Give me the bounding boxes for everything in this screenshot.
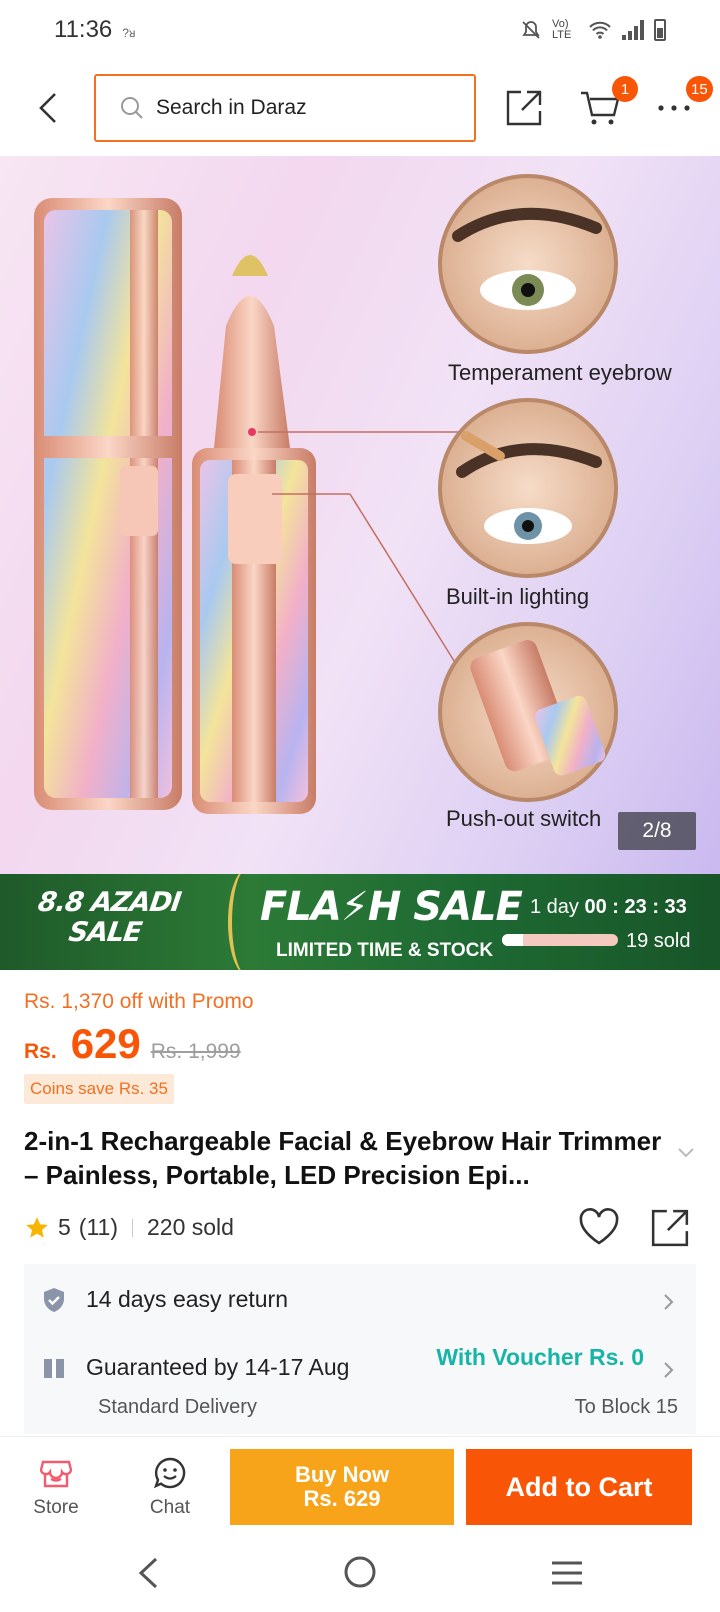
chat-button[interactable]: Chat bbox=[130, 1455, 210, 1519]
chevron-down-icon[interactable] bbox=[678, 1148, 694, 1158]
delivery-type: Standard Delivery bbox=[98, 1396, 257, 1418]
buy-now-label: Buy Now bbox=[294, 1462, 390, 1487]
rating-row[interactable]: 5 (11) 220 sold bbox=[24, 1214, 234, 1241]
voucher-link[interactable]: With Voucher Rs. 0 bbox=[436, 1344, 644, 1371]
flash-sale-banner[interactable]: 8.8 AZADI SALE FLA⚡H SALE LIMITED TIME &… bbox=[0, 874, 720, 970]
battery-icon bbox=[654, 19, 666, 41]
top-header: Search in Daraz 1 15 bbox=[0, 60, 720, 156]
sold-progress-bar bbox=[502, 934, 618, 946]
status-bar: 11:36 ?ᴚ Vo) LTE bbox=[0, 0, 720, 60]
flash-sale-subtitle: LIMITED TIME & STOCK bbox=[276, 940, 494, 961]
cart-button[interactable]: 1 bbox=[572, 76, 638, 136]
sold-progress-fill bbox=[502, 934, 523, 946]
campaign-line-1: 8.8 AZADI bbox=[36, 887, 183, 918]
nav-menu-icon bbox=[552, 1561, 582, 1585]
delivery-row[interactable]: Guaranteed by 14-17 Aug bbox=[42, 1354, 349, 1381]
status-time: 11:36 bbox=[54, 16, 113, 43]
review-count: (11) bbox=[78, 1214, 118, 1240]
campaign-label: 8.8 AZADI SALE bbox=[32, 887, 183, 948]
share-button[interactable] bbox=[496, 80, 552, 136]
service-panel: 14 days easy return Guaranteed by 14-17 … bbox=[24, 1264, 696, 1434]
coins-badge: Coins save Rs. 35 bbox=[24, 1074, 174, 1104]
more-button[interactable]: 15 bbox=[646, 76, 713, 136]
countdown-timer: 00 : 23 : 33 bbox=[584, 896, 687, 918]
buy-now-button[interactable]: Buy Now Rs. 629 bbox=[230, 1449, 454, 1525]
chevron-left-icon bbox=[39, 93, 56, 123]
cart-badge: 1 bbox=[612, 76, 638, 102]
price-row: Rs. 629 Rs. 1,999 bbox=[24, 1020, 241, 1068]
nav-home-icon bbox=[344, 1556, 376, 1588]
search-input[interactable]: Search in Daraz bbox=[94, 74, 476, 142]
search-icon bbox=[121, 97, 143, 119]
nav-back-icon bbox=[138, 1557, 158, 1589]
delivery-guarantee: Guaranteed by 14-17 Aug bbox=[86, 1354, 350, 1380]
nav-recents-button[interactable] bbox=[550, 1560, 584, 1591]
promo-text[interactable]: Rs. 1,370 off with Promo bbox=[24, 990, 254, 1014]
product-image-gallery[interactable]: Temperament eyebrow Built-in lighting Pu… bbox=[0, 156, 720, 874]
return-policy-text: 14 days easy return bbox=[86, 1286, 289, 1312]
countdown-days: 1 day bbox=[530, 896, 579, 918]
flash-sold-count: 19 sold bbox=[626, 930, 691, 952]
nav-back-button[interactable] bbox=[136, 1556, 160, 1595]
search-placeholder: Search in Daraz bbox=[156, 96, 307, 119]
add-to-cart-button[interactable]: Add to Cart bbox=[466, 1449, 692, 1525]
product-share-button[interactable] bbox=[650, 1208, 690, 1253]
share-icon bbox=[651, 1209, 689, 1247]
more-badge: 15 bbox=[686, 76, 713, 102]
divider bbox=[132, 1218, 133, 1237]
flash-sale-title: FLA⚡H SALE bbox=[260, 884, 523, 930]
bottom-action-bar: Store Chat Buy Now Rs. 629 Add to Cart bbox=[0, 1436, 720, 1536]
chat-icon bbox=[153, 1457, 186, 1489]
countdown: 1 day 00 : 23 : 33 bbox=[530, 896, 687, 919]
wishlist-button[interactable] bbox=[578, 1208, 620, 1251]
campaign-line-2: SALE bbox=[66, 917, 144, 948]
chevron-right-icon[interactable] bbox=[664, 1294, 674, 1310]
heart-icon bbox=[579, 1208, 619, 1245]
star-icon bbox=[26, 1216, 48, 1238]
store-label: Store bbox=[33, 1497, 79, 1518]
back-button[interactable] bbox=[18, 78, 78, 138]
system-navigation-bar bbox=[0, 1536, 720, 1612]
signal-icon bbox=[622, 20, 644, 40]
original-price: Rs. 1,999 bbox=[150, 1040, 241, 1063]
store-button[interactable]: Store bbox=[16, 1455, 96, 1519]
nav-home-button[interactable] bbox=[342, 1554, 378, 1595]
buy-now-price: Rs. 629 bbox=[303, 1486, 381, 1511]
mute-icon bbox=[522, 21, 540, 39]
wifi-icon bbox=[589, 21, 611, 39]
image-counter: 2/8 bbox=[618, 812, 696, 850]
sold-count: 220 sold bbox=[147, 1214, 234, 1240]
caption-built-in-lighting: Built-in lighting bbox=[446, 584, 590, 609]
share-icon bbox=[506, 90, 542, 126]
caption-push-out-switch: Push-out switch bbox=[446, 806, 602, 831]
rating-value: 5 bbox=[58, 1214, 71, 1240]
price-amount: 629 bbox=[70, 1020, 141, 1067]
return-policy-row[interactable]: 14 days easy return bbox=[42, 1286, 288, 1313]
shield-check-icon bbox=[44, 1287, 64, 1312]
delivery-box-icon bbox=[44, 1358, 64, 1378]
delivery-location: To Block 15 bbox=[574, 1396, 678, 1418]
store-icon bbox=[40, 1460, 72, 1488]
chevron-right-icon[interactable] bbox=[664, 1362, 674, 1378]
chat-label: Chat bbox=[149, 1497, 191, 1518]
status-signal-mini: ?ᴚ bbox=[122, 26, 136, 40]
status-icons: Vo) LTE bbox=[520, 19, 666, 41]
product-illustration bbox=[34, 174, 618, 814]
price-currency: Rs. bbox=[24, 1040, 57, 1063]
product-title[interactable]: 2-in-1 Rechargeable Facial & Eyebrow Hai… bbox=[24, 1124, 674, 1192]
lte-label: Vo) LTE bbox=[552, 18, 572, 41]
more-icon bbox=[658, 105, 690, 111]
caption-temperament-eyebrow: Temperament eyebrow bbox=[448, 360, 672, 385]
